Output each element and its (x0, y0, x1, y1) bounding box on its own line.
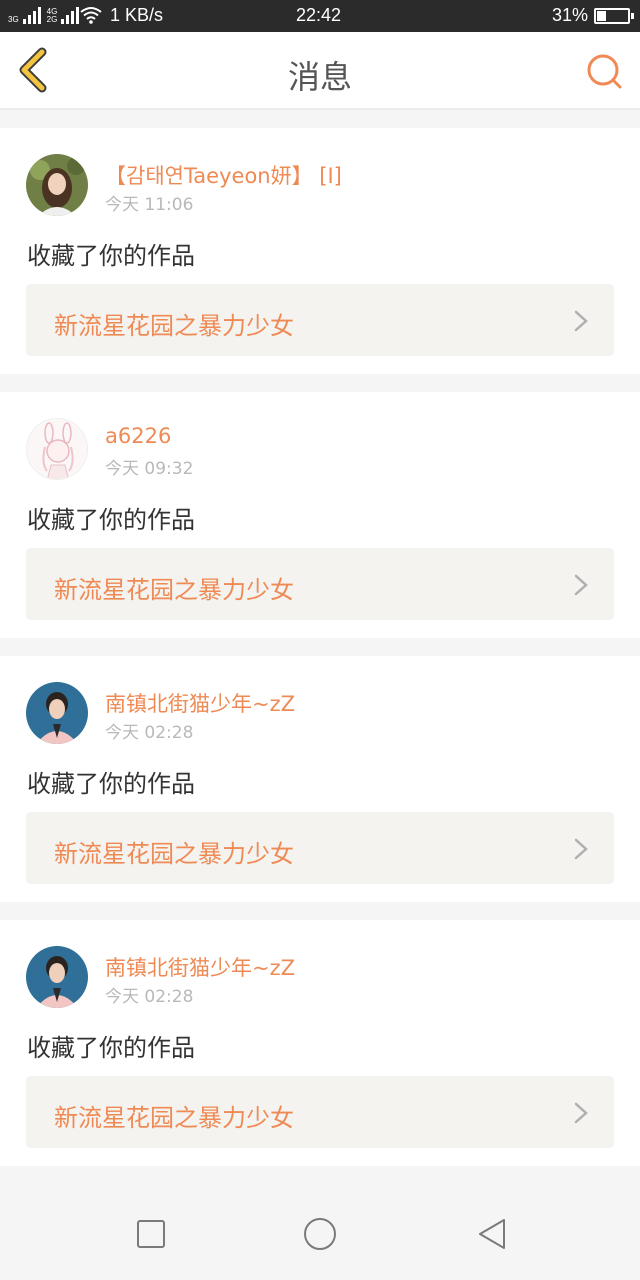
message-card: a6226 今天 09:32 收藏了你的作品 新流星花园之暴力少女 (0, 392, 640, 638)
avatar[interactable] (26, 418, 88, 480)
message-action-text: 收藏了你的作品 (27, 242, 195, 270)
chevron-right-icon (574, 574, 588, 596)
message-card: 南镇北街猫少年~zZ 今天 02:28 收藏了你的作品 新流星花园之暴力少女 (0, 656, 640, 902)
system-nav-bar (0, 1186, 640, 1280)
header-bar: 消息 (0, 32, 640, 110)
avatar[interactable] (26, 946, 88, 1008)
wifi-icon (80, 7, 102, 24)
sim1-label: 3G (8, 15, 19, 24)
message-time: 今天 02:28 (105, 723, 194, 743)
user-name[interactable]: 南镇北街猫少年~zZ (105, 952, 295, 982)
message-action-text: 收藏了你的作品 (27, 1034, 195, 1062)
message-time: 今天 02:28 (105, 987, 194, 1007)
signal-indicators: 3G 4G 2G (8, 6, 80, 24)
message-card: 【감태연Taeyeon妍】 [I] 今天 11:06 收藏了你的作品 新流星花园… (0, 128, 640, 374)
signal-icon-sim2: 4G 2G (47, 6, 80, 24)
work-link[interactable]: 新流星花园之暴力少女 (26, 284, 614, 356)
work-link[interactable]: 新流星花园之暴力少女 (26, 812, 614, 884)
avatar[interactable] (26, 682, 88, 744)
battery-icon (594, 8, 634, 24)
chevron-right-icon (574, 1102, 588, 1124)
avatar[interactable] (26, 154, 88, 216)
search-icon[interactable] (584, 52, 624, 92)
work-link[interactable]: 新流星花园之暴力少女 (26, 548, 614, 620)
work-link[interactable]: 新流星花园之暴力少女 (26, 1076, 614, 1148)
message-list: 【감태연Taeyeon妍】 [I] 今天 11:06 收藏了你的作品 新流星花园… (0, 128, 640, 1184)
message-card: 南镇北街猫少年~zZ 今天 02:28 收藏了你的作品 新流星花园之暴力少女 (0, 920, 640, 1166)
sim2-label: 4G 2G (47, 8, 58, 24)
user-name[interactable]: 南镇北街猫少年~zZ (105, 688, 295, 718)
message-action-text: 收藏了你的作品 (27, 770, 195, 798)
network-speed: 1 KB/s (110, 5, 164, 25)
sim2-label-bottom: 2G (46, 15, 58, 24)
user-name[interactable]: 【감태연Taeyeon妍】 [I] (105, 160, 342, 190)
work-title: 新流星花园之暴力少女 (54, 576, 294, 604)
triangle-back-icon[interactable] (474, 1216, 510, 1252)
battery-percent: 31% (552, 5, 589, 25)
circle-home-icon[interactable] (302, 1216, 338, 1252)
signal-icon-sim1: 3G (8, 6, 41, 24)
work-title: 新流星花园之暴力少女 (54, 840, 294, 868)
work-title: 新流星花园之暴力少女 (54, 312, 294, 340)
message-time: 今天 11:06 (105, 195, 194, 215)
square-recent-icon[interactable] (133, 1216, 169, 1252)
message-action-text: 收藏了你的作品 (27, 506, 195, 534)
chevron-right-icon (574, 310, 588, 332)
message-time: 今天 09:32 (105, 459, 194, 479)
status-bar: 3G 4G 2G 1 KB/s 22:42 31% (0, 0, 640, 32)
chevron-right-icon (574, 838, 588, 860)
user-name[interactable]: a6226 (105, 424, 171, 448)
clock: 22:42 (296, 5, 342, 25)
work-title: 新流星花园之暴力少女 (54, 1104, 294, 1132)
page-title: 消息 (287, 58, 352, 96)
